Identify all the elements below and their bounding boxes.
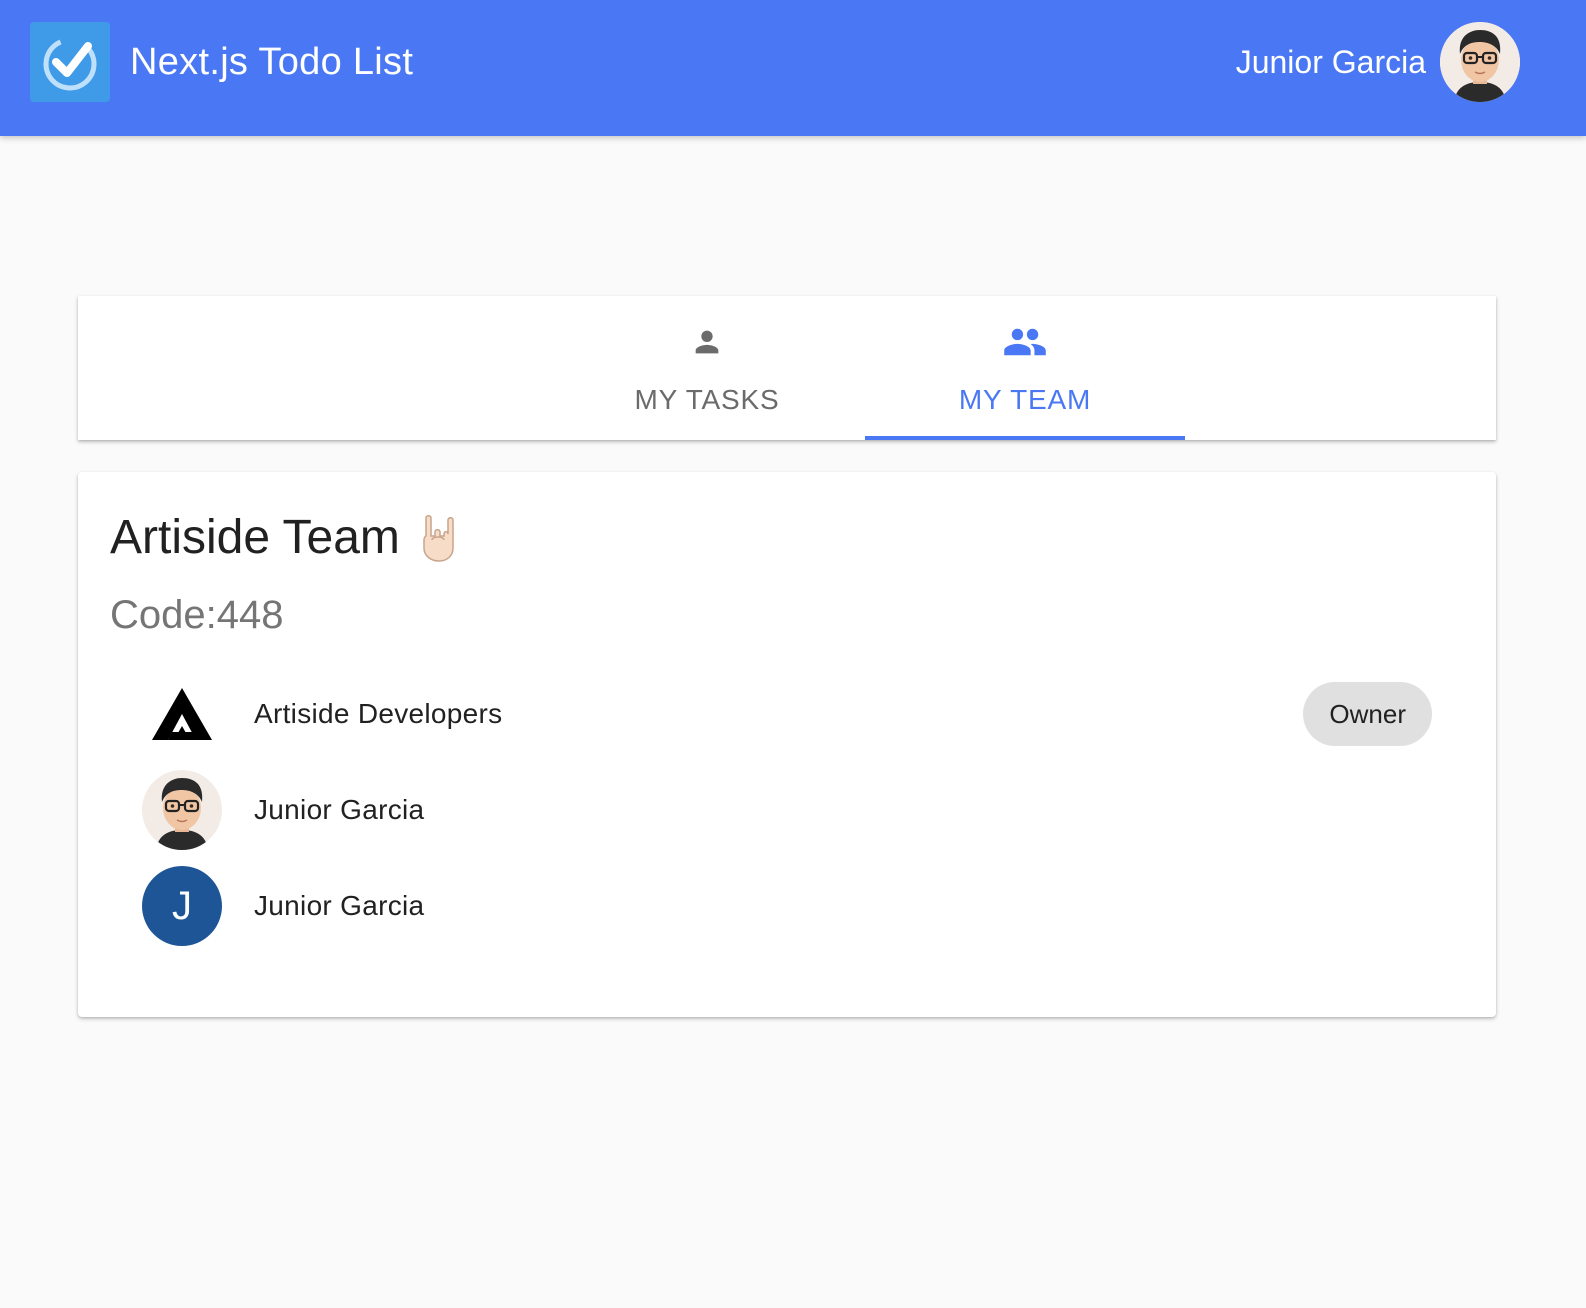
team-member-row[interactable]: J Junior Garcia — [78, 858, 1496, 954]
team-code: Code:448 — [110, 593, 284, 637]
team-member-row[interactable]: Artiside Developers Owner — [78, 666, 1496, 762]
header-avatar[interactable] — [1440, 22, 1520, 102]
app-bar: Next.js Todo List Junior Garcia — [0, 0, 1586, 136]
team-member-row[interactable]: Junior Garcia — [78, 762, 1496, 858]
tab-my-tasks[interactable]: MY TASKS — [547, 296, 867, 440]
member-name: Junior Garcia — [254, 794, 425, 825]
people-icon — [1002, 324, 1048, 360]
tab-label: MY TEAM — [958, 384, 1092, 415]
header-user-name: Junior Garcia — [1235, 44, 1426, 80]
memoji-avatar — [142, 770, 222, 850]
team-card: Artiside Team Code:448 Artiside Develope… — [78, 472, 1496, 1017]
team-title: Artiside Team — [110, 508, 456, 568]
person-icon — [690, 324, 724, 360]
app-title: Next.js Todo List — [130, 41, 414, 83]
tab-bar: MY TASKS MY TEAM — [78, 296, 1496, 440]
check-circle-icon[interactable] — [30, 22, 110, 102]
tab-label: MY TASKS — [634, 384, 780, 415]
artiside-logo-icon — [142, 674, 222, 754]
member-name: Artiside Developers — [254, 698, 503, 729]
member-name: Junior Garcia — [254, 890, 425, 921]
tab-my-team[interactable]: MY TEAM — [865, 296, 1185, 440]
rock-on-hand-icon — [420, 514, 456, 562]
team-name: Artiside Team — [110, 511, 400, 564]
letter-avatar: J — [142, 866, 222, 946]
owner-badge: Owner — [1303, 682, 1432, 746]
tab-selected-indicator — [865, 436, 1185, 440]
